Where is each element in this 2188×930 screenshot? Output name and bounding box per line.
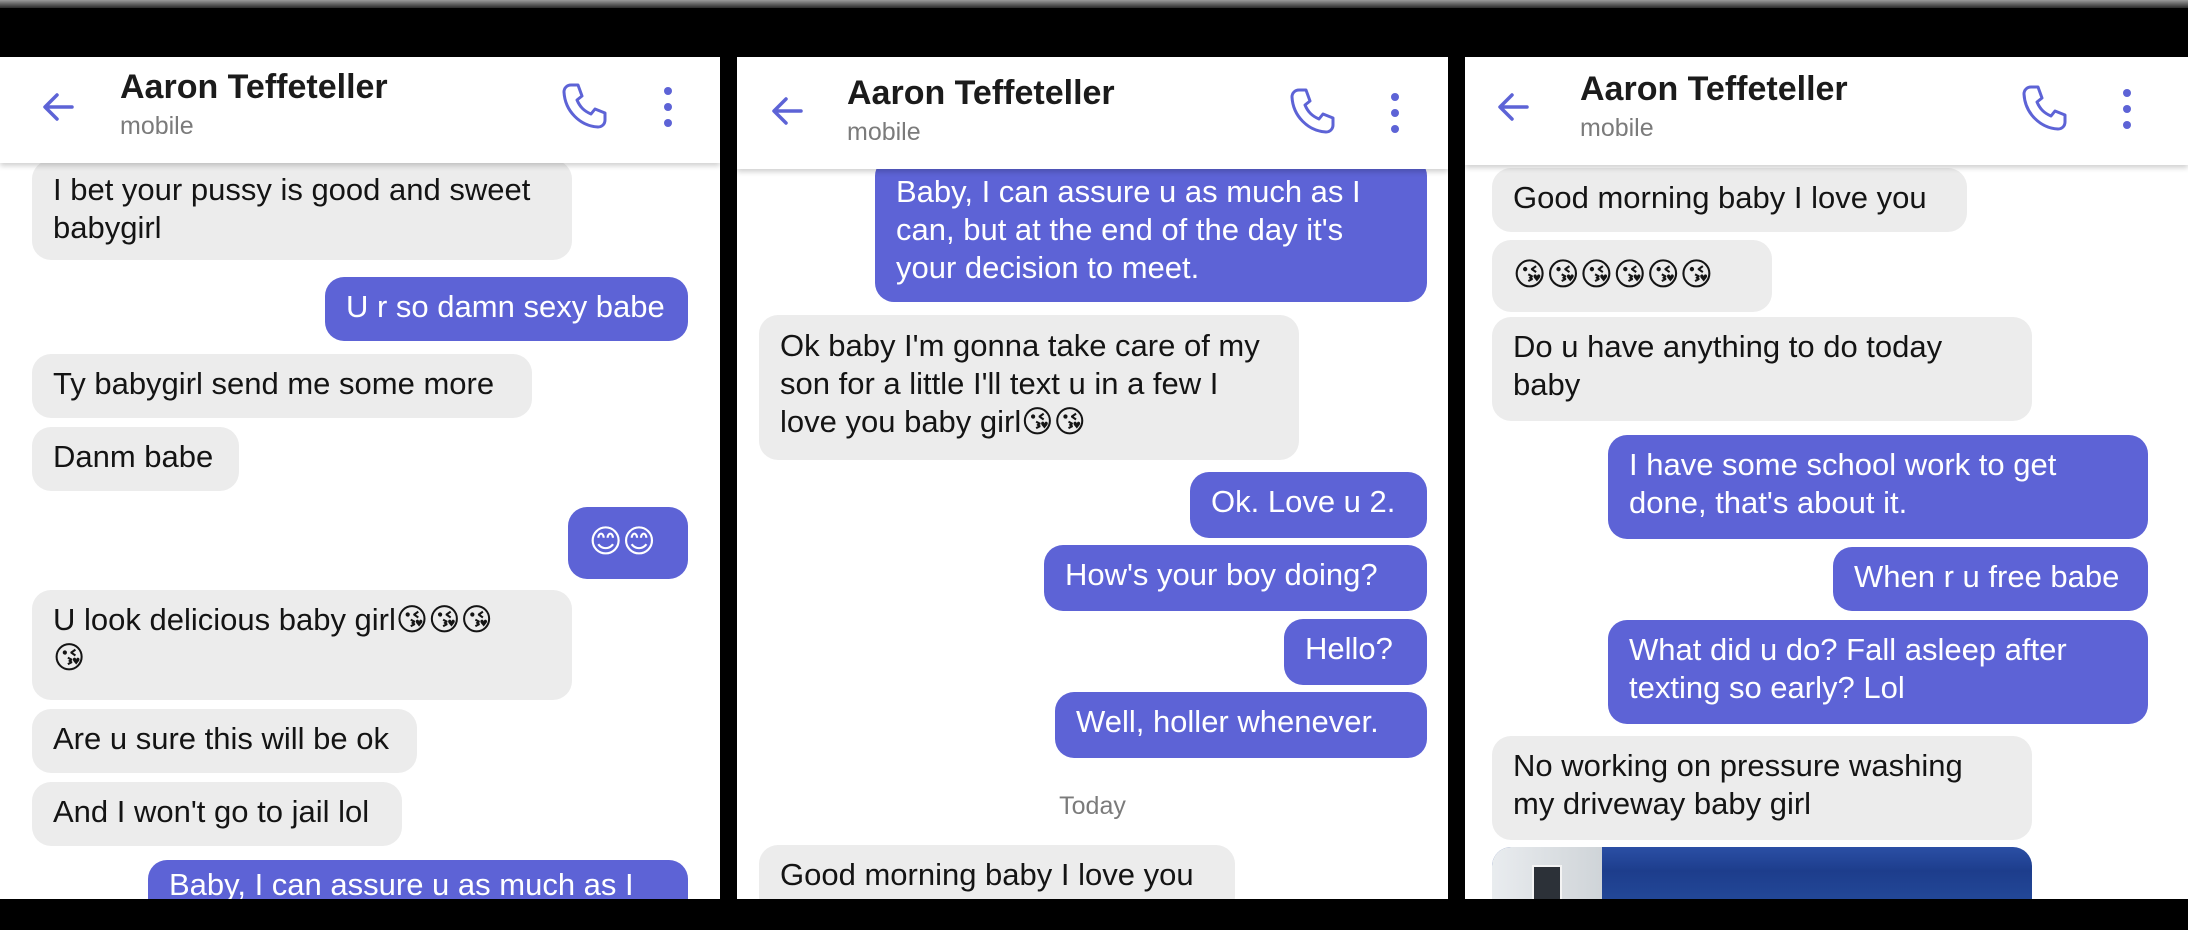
message-outgoing[interactable]: Ok. Love u 2.: [1190, 472, 1427, 538]
message-incoming[interactable]: And I won't go to jail lol: [32, 782, 402, 846]
message-outgoing[interactable]: 😊😊: [568, 507, 688, 579]
message-incoming[interactable]: Good morning baby I love you: [759, 845, 1235, 899]
more-vert-icon[interactable]: [1387, 91, 1403, 135]
message-incoming[interactable]: Are u sure this will be ok: [32, 709, 417, 773]
more-vert-icon[interactable]: [2119, 87, 2135, 131]
phone-icon[interactable]: [2017, 81, 2071, 135]
message-outgoing[interactable]: When r u free babe: [1833, 547, 2148, 611]
message-outgoing[interactable]: Baby, I can assure u as much as I: [148, 860, 688, 899]
message-photo[interactable]: [1492, 847, 2032, 899]
back-arrow-icon[interactable]: [767, 91, 807, 131]
message-incoming[interactable]: Danm babe: [32, 427, 239, 491]
message-outgoing[interactable]: I have some school work to get done, tha…: [1608, 435, 2148, 539]
message-incoming[interactable]: 😘😘😘😘😘😘: [1492, 240, 1772, 312]
conversation-header: Aaron Teffeteller mobile: [0, 57, 720, 163]
message-incoming[interactable]: Do u have anything to do today baby: [1492, 317, 2032, 421]
message-incoming[interactable]: U look delicious baby girl😘😘😘 😘: [32, 590, 572, 700]
conversation-screen-1: Aaron Teffeteller mobile I bet your puss…: [0, 57, 720, 899]
contact-name: Aaron Teffeteller: [1580, 70, 1848, 108]
photo-window: [1532, 865, 1562, 899]
contact-type: mobile: [1580, 114, 1654, 142]
conversation-screen-2: Aaron Teffeteller mobile Baby, I can ass…: [737, 57, 1448, 899]
message-outgoing[interactable]: Hello?: [1284, 619, 1427, 685]
message-outgoing[interactable]: U r so damn sexy babe: [325, 277, 688, 341]
message-incoming[interactable]: No working on pressure washing my drivew…: [1492, 736, 2032, 840]
message-outgoing[interactable]: Well, holler whenever.: [1055, 692, 1427, 758]
contact-title-block[interactable]: Aaron Teffeteller mobile: [1580, 69, 1848, 143]
contact-name: Aaron Teffeteller: [120, 68, 388, 106]
message-incoming[interactable]: Ty babygirl send me some more: [32, 354, 532, 418]
contact-name: Aaron Teffeteller: [847, 74, 1115, 112]
conversation-screen-3: Aaron Teffeteller mobile Good morning ba…: [1465, 57, 2188, 899]
phone-icon[interactable]: [557, 79, 611, 133]
date-separator: Today: [1059, 792, 1126, 820]
photo-house-wall: [1492, 847, 1602, 899]
message-incoming[interactable]: Good morning baby I love you: [1492, 168, 1967, 232]
back-arrow-icon[interactable]: [1493, 87, 1533, 127]
message-outgoing[interactable]: Baby, I can assure u as much as I can, b…: [875, 157, 1427, 302]
message-outgoing[interactable]: What did u do? Fall asleep after texting…: [1608, 620, 2148, 724]
message-incoming[interactable]: I bet your pussy is good and sweet babyg…: [32, 160, 572, 260]
phone-icon[interactable]: [1285, 84, 1339, 138]
message-outgoing[interactable]: How's your boy doing?: [1044, 545, 1427, 611]
back-arrow-icon[interactable]: [38, 87, 78, 127]
contact-title-block[interactable]: Aaron Teffeteller mobile: [120, 67, 388, 141]
contact-type: mobile: [847, 118, 921, 146]
more-vert-icon[interactable]: [660, 85, 676, 129]
conversation-header: Aaron Teffeteller mobile: [1465, 57, 2188, 165]
message-incoming[interactable]: Ok baby I'm gonna take care of my son fo…: [759, 315, 1299, 460]
contact-title-block[interactable]: Aaron Teffeteller mobile: [847, 73, 1115, 147]
conversation-header: Aaron Teffeteller mobile: [737, 57, 1448, 169]
top-status-strip: [0, 0, 2188, 8]
contact-type: mobile: [120, 112, 194, 140]
